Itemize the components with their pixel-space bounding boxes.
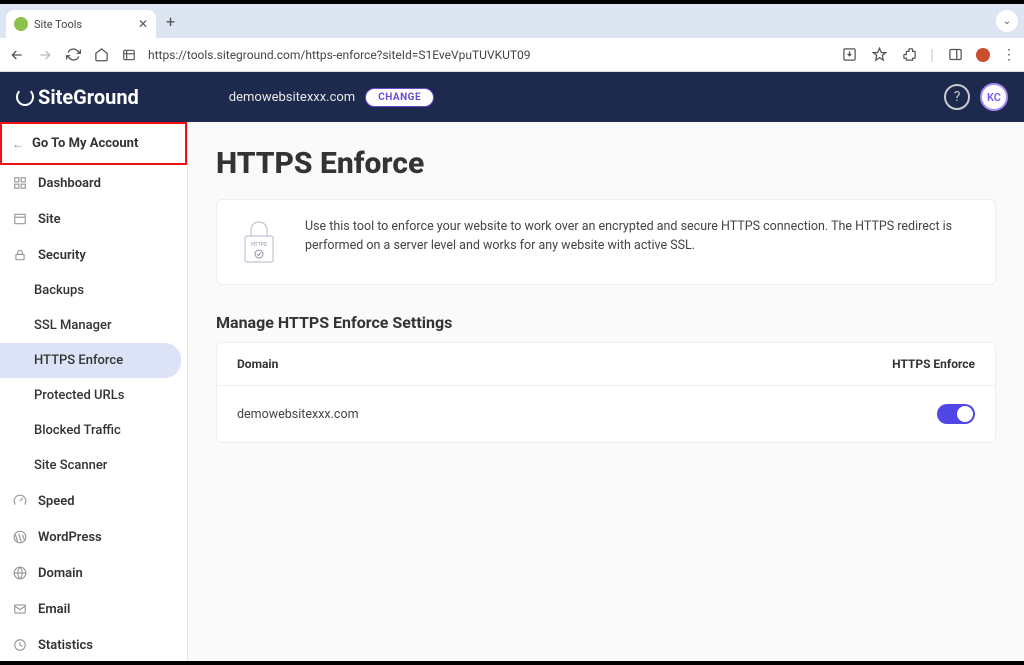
sidebar: ← Go To My Account Dashboard Site Securi… (0, 122, 188, 661)
https-lock-icon: HTTPS (239, 218, 279, 266)
user-avatar[interactable]: KC (980, 83, 1008, 111)
sidebar-item-ssl-manager[interactable]: SSL Manager (0, 308, 187, 343)
sidebar-item-label: Email (38, 602, 70, 617)
logo-text: SiteGround (38, 85, 139, 109)
side-panel-icon[interactable] (946, 46, 964, 64)
globe-icon (12, 565, 28, 581)
sidebar-item-site-scanner[interactable]: Site Scanner (0, 448, 187, 483)
lock-https-label: HTTPS (251, 242, 267, 248)
sidebar-item-blocked-traffic[interactable]: Blocked Traffic (0, 413, 187, 448)
sidebar-item-label: Blocked Traffic (34, 423, 121, 438)
email-icon (12, 601, 28, 617)
sidebar-item-statistics[interactable]: Statistics (0, 627, 187, 661)
col-domain-header: Domain (237, 357, 892, 371)
sidebar-item-label: Dashboard (38, 176, 101, 191)
section-title: Manage HTTPS Enforce Settings (216, 313, 996, 332)
back-arrow-icon: ← (12, 137, 24, 151)
dashboard-icon (12, 175, 28, 191)
enforce-table: Domain HTTPS Enforce demowebsitexxx.com (216, 342, 996, 443)
https-enforce-toggle[interactable] (937, 404, 975, 424)
sidebar-item-label: Domain (38, 566, 83, 581)
browser-tab[interactable]: Site Tools ✕ (6, 10, 156, 38)
goto-label: Go To My Account (32, 136, 138, 151)
main-content: HTTPS Enforce HTTPS Use this tool to enf… (188, 122, 1024, 661)
sidebar-item-backups[interactable]: Backups (0, 273, 187, 308)
browser-toolbar: https://tools.siteground.com/https-enfor… (0, 38, 1024, 72)
new-tab-button[interactable]: + (166, 12, 175, 31)
reload-icon[interactable] (64, 46, 82, 64)
sidebar-item-speed[interactable]: Speed (0, 483, 187, 519)
sidebar-item-site[interactable]: Site (0, 201, 187, 237)
browser-tabstrip: Site Tools ✕ + ⌄ (0, 4, 1024, 38)
page-title: HTTPS Enforce (216, 146, 996, 181)
url-text: https://tools.siteground.com/https-enfor… (148, 48, 531, 62)
sidebar-item-email[interactable]: Email (0, 591, 187, 627)
sidebar-item-label: Speed (38, 494, 75, 509)
sidebar-item-protected-urls[interactable]: Protected URLs (0, 378, 187, 413)
extension-badge-icon[interactable] (976, 48, 990, 62)
sidebar-item-label: Statistics (38, 638, 93, 653)
back-icon[interactable] (8, 46, 26, 64)
go-to-my-account-link[interactable]: ← Go To My Account (0, 122, 187, 165)
speed-icon (12, 493, 28, 509)
app-header: SiteGround demowebsitexxx.com CHANGE ? K… (0, 72, 1024, 122)
table-row: demowebsitexxx.com (217, 386, 995, 442)
home-icon[interactable] (92, 46, 110, 64)
logo-swirl-icon (16, 88, 34, 106)
help-icon[interactable]: ? (944, 84, 970, 110)
sidebar-item-domain[interactable]: Domain (0, 555, 187, 591)
menu-kebab-icon[interactable]: ⋮ (1002, 47, 1016, 63)
tab-close-icon[interactable]: ✕ (138, 17, 148, 31)
sidebar-item-label: Protected URLs (34, 388, 124, 403)
site-icon (12, 211, 28, 227)
bottom-black-bar (0, 661, 1024, 665)
col-enforce-header: HTTPS Enforce (892, 357, 975, 371)
sidebar-item-label: HTTPS Enforce (34, 353, 123, 368)
sidebar-item-https-enforce[interactable]: HTTPS Enforce (0, 343, 181, 378)
tab-favicon (14, 17, 28, 31)
change-domain-button[interactable]: CHANGE (365, 88, 434, 107)
siteground-logo[interactable]: SiteGround (16, 85, 139, 109)
statistics-icon (12, 637, 28, 653)
sidebar-item-security[interactable]: Security (0, 237, 187, 273)
info-text: Use this tool to enforce your website to… (305, 218, 973, 256)
sidebar-item-dashboard[interactable]: Dashboard (0, 165, 187, 201)
sidebar-item-label: SSL Manager (34, 318, 112, 333)
site-settings-icon[interactable] (120, 46, 138, 64)
install-app-icon[interactable] (840, 46, 858, 64)
url-bar[interactable]: https://tools.siteground.com/https-enfor… (148, 48, 830, 62)
sidebar-item-label: Site (38, 212, 61, 227)
sidebar-item-label: Site Scanner (34, 458, 107, 473)
forward-icon[interactable] (36, 46, 54, 64)
window-dropdown-icon[interactable]: ⌄ (996, 10, 1018, 32)
current-domain: demowebsitexxx.com (229, 90, 355, 105)
toggle-knob (957, 406, 973, 422)
info-card: HTTPS Use this tool to enforce your webs… (216, 199, 996, 285)
sidebar-item-label: Backups (34, 283, 84, 298)
table-header-row: Domain HTTPS Enforce (217, 343, 995, 386)
row-domain: demowebsitexxx.com (237, 407, 937, 422)
sidebar-item-label: WordPress (38, 530, 102, 545)
tab-title: Site Tools (34, 18, 132, 31)
sidebar-item-wordpress[interactable]: WordPress (0, 519, 187, 555)
wordpress-icon (12, 529, 28, 545)
sidebar-item-label: Security (38, 248, 86, 263)
bookmark-star-icon[interactable] (870, 46, 888, 64)
extensions-icon[interactable] (900, 46, 918, 64)
lock-icon (12, 247, 28, 263)
